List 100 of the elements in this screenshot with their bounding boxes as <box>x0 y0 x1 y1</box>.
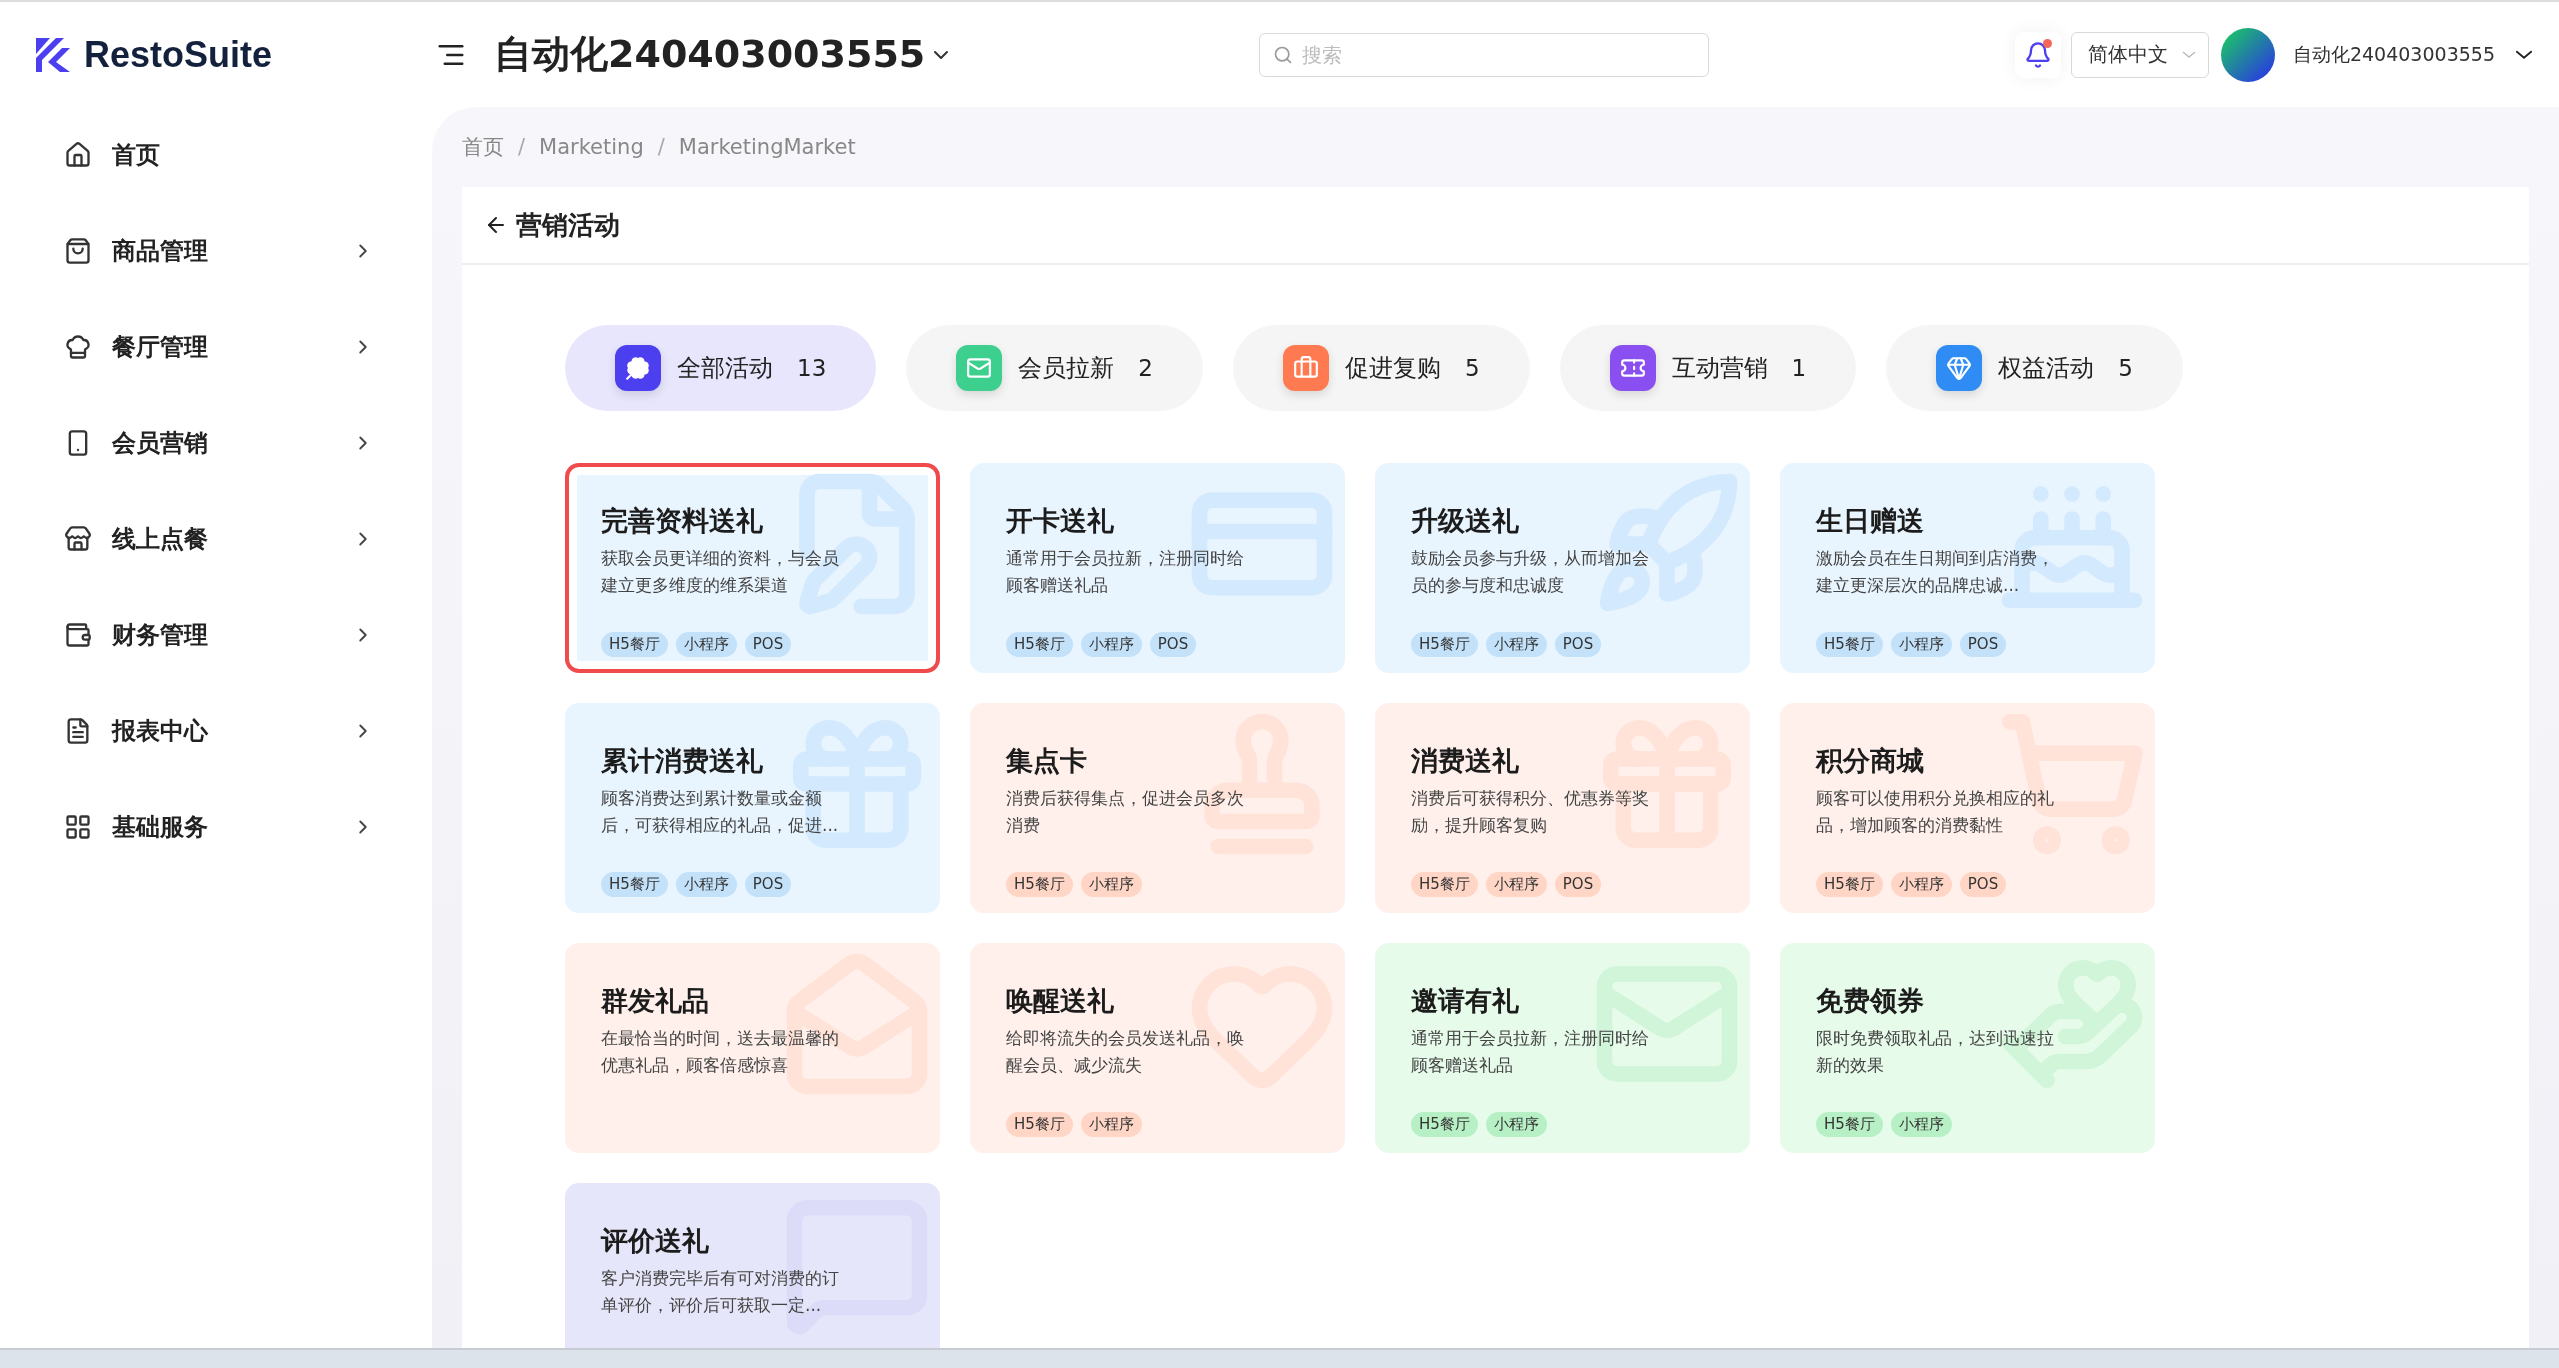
card-description: 激励会员在生日期间到店消费，建立更深层次的品牌忠诚... <box>1816 547 2055 597</box>
category-tab[interactable]: 全部活动 13 <box>565 325 877 411</box>
sidebar-item[interactable]: 线上点餐 <box>64 491 374 587</box>
activity-card[interactable]: 积分商城 顾客可以使用积分兑换相应的礼品，增加顾客的消费黏性 H5餐厅 小程序 POS <box>1780 703 2155 913</box>
card-title: 生日赠送 <box>1816 504 1925 538</box>
store-title: 自动化240403003555 <box>494 31 926 78</box>
card-description: 通常用于会员拉新，注册同时给顾客赠送礼品 <box>1411 1027 1650 1077</box>
card-description: 顾客可以使用积分兑换相应的礼品，增加顾客的消费黏性 <box>1816 787 2055 837</box>
card-description: 消费后可获得积分、优惠券等奖励，提升顾客复购 <box>1411 787 1650 837</box>
activity-card[interactable]: 评价送礼 客户消费完毕后有可对消费的订单评价，评价后可获取一定... <box>565 1183 940 1348</box>
card-description: 顾客消费达到累计数量或金额后，可获得相应的礼品，促进... <box>601 787 840 837</box>
channel-tag: H5餐厅 <box>1816 872 1883 897</box>
card-title: 免费领券 <box>1816 984 1925 1018</box>
grid-icon <box>64 813 92 841</box>
card-title: 群发礼品 <box>601 984 710 1018</box>
card-title: 累计消费送礼 <box>601 744 764 778</box>
category-tab[interactable]: 会员拉新 2 <box>906 325 1203 411</box>
breadcrumb-separator: / <box>657 135 665 159</box>
category-tab[interactable]: 互动营销 1 <box>1559 325 1857 411</box>
sidebar-item[interactable]: 餐厅管理 <box>64 299 374 395</box>
channel-tag: H5餐厅 <box>1816 1112 1883 1137</box>
language-select[interactable]: 简体中文 <box>2070 31 2209 78</box>
card-title: 积分商城 <box>1816 744 1925 778</box>
activity-card[interactable]: 消费送礼 消费后可获得积分、优惠券等奖励，提升顾客复购 H5餐厅 小程序 POS <box>1375 703 1750 913</box>
bell-icon <box>2023 40 2052 69</box>
notification-button[interactable] <box>2014 31 2061 78</box>
channel-tag: POS <box>744 872 792 897</box>
activity-card[interactable]: 生日赠送 激励会员在生日期间到店消费，建立更深层次的品牌忠诚... H5餐厅 小程序 POS <box>1780 463 2155 673</box>
activity-card[interactable]: 唤醒送礼 给即将流失的会员发送礼品，唤醒会员、减少流失 H5餐厅 小程序 <box>970 943 1345 1153</box>
channel-tag: POS <box>1554 632 1602 657</box>
channel-tag: H5餐厅 <box>601 872 668 897</box>
home-icon <box>64 141 92 169</box>
channel-tag: H5餐厅 <box>1411 1112 1478 1137</box>
activity-card[interactable]: 邀请有礼 通常用于会员拉新，注册同时给顾客赠送礼品 H5餐厅 小程序 <box>1375 943 1750 1153</box>
logo-text: RestoSuite <box>84 33 273 76</box>
sidebar-item[interactable]: 基础服务 <box>64 779 374 875</box>
channel-tag: H5餐厅 <box>1411 872 1478 897</box>
channel-tag: H5餐厅 <box>1006 1112 1073 1137</box>
activity-card[interactable]: 累计消费送礼 顾客消费达到累计数量或金额后，可获得相应的礼品，促进... H5餐厅 小程序 POS <box>565 703 940 913</box>
card-title: 开卡送礼 <box>1006 504 1115 538</box>
channel-tag: 小程序 <box>1080 632 1142 657</box>
card-description: 给即将流失的会员发送礼品，唤醒会员、减少流失 <box>1006 1027 1245 1077</box>
card-title: 邀请有礼 <box>1411 984 1520 1018</box>
activity-card[interactable]: 群发礼品 在最恰当的时间，送去最温馨的优惠礼品，顾客倍感惊喜 <box>565 943 940 1153</box>
channel-tag: H5餐厅 <box>601 632 668 657</box>
card-description: 通常用于会员拉新，注册同时给顾客赠送礼品 <box>1006 547 1245 597</box>
channel-tag: 小程序 <box>1080 1112 1142 1137</box>
card-title: 评价送礼 <box>601 1224 710 1258</box>
channel-tag: H5餐厅 <box>1411 632 1478 657</box>
sidebar-item[interactable]: 会员营销 <box>64 395 374 491</box>
chevron-down-icon <box>2515 50 2533 59</box>
sidebar-item[interactable]: 商品管理 <box>64 203 374 299</box>
search-field[interactable]: 搜索 <box>1259 32 1710 77</box>
activity-card[interactable]: 开卡送礼 通常用于会员拉新，注册同时给顾客赠送礼品 H5餐厅 小程序 POS <box>970 463 1345 673</box>
page-title: 营销活动 <box>516 208 620 242</box>
channel-tag: 小程序 <box>1080 872 1142 897</box>
sidebar-item[interactable]: 报表中心 <box>64 683 374 779</box>
channel-tag: 小程序 <box>1890 1112 1952 1137</box>
channel-tag: 小程序 <box>675 872 737 897</box>
channel-tag: POS <box>744 632 792 657</box>
card-description: 消费后获得集点，促进会员多次消费 <box>1006 787 1245 837</box>
sidebar-item[interactable]: 财务管理 <box>64 587 374 683</box>
channel-tag: 小程序 <box>1485 1112 1547 1137</box>
user-menu[interactable]: 自动化240403003555 <box>2286 40 2539 69</box>
card-description: 限时免费领取礼品，达到迅速拉新的效果 <box>1816 1027 2055 1077</box>
channel-tag: POS <box>1959 632 2007 657</box>
card-title: 唤醒送礼 <box>1006 984 1115 1018</box>
category-tab[interactable]: 权益活动 5 <box>1886 325 2183 411</box>
card-title: 完善资料送礼 <box>601 504 764 538</box>
store-icon <box>64 525 92 553</box>
card-description: 在最恰当的时间，送去最温馨的优惠礼品，顾客倍感惊喜 <box>601 1027 840 1077</box>
channel-tag: 小程序 <box>1890 632 1952 657</box>
channel-tag: POS <box>1959 872 2007 897</box>
channel-tag: H5餐厅 <box>1006 872 1073 897</box>
card-description: 获取会员更详细的资料，与会员建立更多维度的维系渠道 <box>601 547 840 597</box>
card-title: 升级送礼 <box>1411 504 1520 538</box>
bag-icon <box>64 237 92 265</box>
channel-tag: 小程序 <box>675 632 737 657</box>
breadcrumb-separator: / <box>518 135 526 159</box>
card-title: 集点卡 <box>1006 744 1088 778</box>
channel-tag: POS <box>1149 632 1197 657</box>
card-title: 消费送礼 <box>1411 744 1520 778</box>
chevron-down-icon <box>2181 51 2196 58</box>
activity-card[interactable]: 免费领券 限时免费领取礼品，达到迅速拉新的效果 H5餐厅 小程序 <box>1780 943 2155 1153</box>
channel-tag: 小程序 <box>1485 872 1547 897</box>
sidebar-item[interactable]: 首页 <box>64 107 374 203</box>
activity-card[interactable]: 集点卡 消费后获得集点，促进会员多次消费 H5餐厅 小程序 <box>970 703 1345 913</box>
wallet-icon <box>64 621 92 649</box>
search-icon <box>1273 44 1294 65</box>
channel-tag: 小程序 <box>1890 872 1952 897</box>
channel-tag: H5餐厅 <box>1816 632 1883 657</box>
channel-tag: 小程序 <box>1485 632 1547 657</box>
chef-hat-icon <box>64 333 92 361</box>
activity-card[interactable]: 完善资料送礼 获取会员更详细的资料，与会员建立更多维度的维系渠道 H5餐厅 小程序 POS <box>565 463 940 673</box>
category-tab[interactable]: 促进复购 5 <box>1232 325 1530 411</box>
channel-tag: POS <box>1554 872 1602 897</box>
card-description: 客户消费完毕后有可对消费的订单评价，评价后可获取一定... <box>601 1267 840 1317</box>
channel-tag: H5餐厅 <box>1006 632 1073 657</box>
card-description: 鼓励会员参与升级，从而增加会员的参与度和忠诚度 <box>1411 547 1650 597</box>
activity-card[interactable]: 升级送礼 鼓励会员参与升级，从而增加会员的参与度和忠诚度 H5餐厅 小程序 POS <box>1375 463 1750 673</box>
